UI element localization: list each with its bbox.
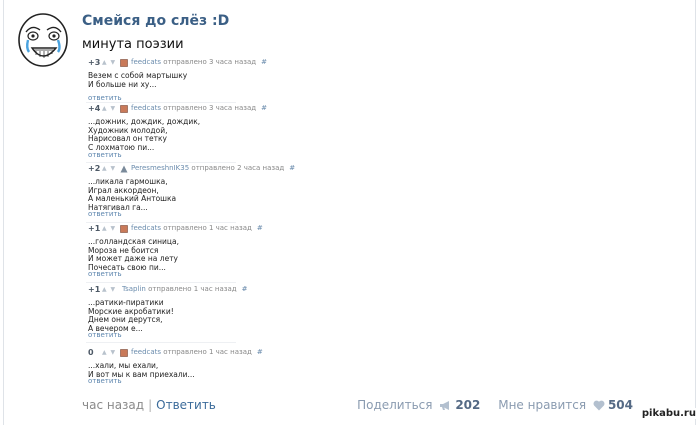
vote-arrows-icon[interactable]: ▲ ▼: [102, 165, 116, 172]
comment-time: отправлено 3 часа назад: [163, 58, 257, 66]
comment: +4 ▲ ▼ feedcats отправлено 3 часа назад #…: [86, 104, 446, 159]
vote-arrows-icon[interactable]: ▲ ▼: [102, 225, 116, 232]
comment-user[interactable]: Tsaplin: [122, 285, 146, 293]
divider: [86, 162, 236, 163]
comment-time: отправлено 3 часа назад: [163, 104, 257, 112]
user-badge-icon: [120, 105, 128, 113]
comment-header: 0 ▲ ▼ feedcats отправлено 1 час назад #: [86, 348, 446, 360]
like-label: Мне нравится: [498, 398, 587, 412]
divider: [86, 222, 236, 223]
comment: +3 ▲ ▼ feedcats отправлено 3 часа назад #…: [86, 58, 446, 102]
comment-header: +2 ▲ ▼ PeresmeshnIK35 отправлено 2 часа …: [86, 164, 446, 176]
comment-score: +1: [88, 285, 101, 294]
comment-score: +2: [88, 164, 101, 173]
user-badge-icon: [120, 349, 128, 357]
comment: +2 ▲ ▼ PeresmeshnIK35 отправлено 2 часа …: [86, 164, 446, 218]
post-stats: Поделиться 202 Мне нравится 504: [357, 398, 633, 412]
comment-permalink[interactable]: #: [257, 348, 263, 356]
comment-score: +4: [88, 104, 101, 113]
comment-body: ...дожник, дождик, дождик, Художник моло…: [88, 117, 201, 152]
comment-score: 0: [88, 348, 94, 357]
comment-reply-link[interactable]: ответить: [88, 151, 122, 159]
comment-reply-link[interactable]: ответить: [88, 270, 122, 278]
comment-header: +4 ▲ ▼ feedcats отправлено 3 часа назад #: [86, 104, 446, 116]
user-badge-icon: [120, 225, 128, 233]
comment-user[interactable]: feedcats: [131, 104, 161, 112]
megaphone-icon: [440, 401, 450, 410]
heart-icon: [593, 400, 605, 411]
post-title[interactable]: Смейся до слёз :D: [82, 13, 229, 29]
comment-reply-link[interactable]: ответить: [88, 377, 122, 385]
post-card: Смейся до слёз :D минута поэзии +3 ▲ ▼ f…: [3, 0, 696, 425]
comment-body: ...ратики-пиратики Морские акробатики! Д…: [88, 298, 174, 333]
comment-time: отправлено 1 час назад: [163, 224, 252, 232]
site-watermark: pikabu.ru: [639, 408, 698, 419]
comment-user[interactable]: feedcats: [131, 224, 161, 232]
comment-permalink[interactable]: #: [257, 224, 263, 232]
divider: [86, 282, 236, 283]
vote-arrows-icon[interactable]: ▲ ▼: [102, 349, 116, 356]
share-label: Поделиться: [357, 398, 433, 412]
like-button[interactable]: Мне нравится 504: [498, 398, 633, 412]
comment-header: +1 ▲ ▼ feedcats отправлено 1 час назад #: [86, 224, 446, 236]
comment-reply-link[interactable]: ответить: [88, 94, 122, 102]
user-badge-icon: [120, 165, 128, 173]
comment-body: ...голландская синица, Мороза не боится …: [88, 237, 179, 272]
comment-header: +3 ▲ ▼ feedcats отправлено 3 часа назад #: [86, 58, 446, 70]
comment-score: +3: [88, 58, 101, 67]
user-badge-icon: [120, 59, 128, 67]
post-text: минута поэзии: [82, 37, 184, 52]
comment-time: отправлено 1 час назад: [163, 348, 252, 356]
comment-permalink[interactable]: #: [261, 104, 267, 112]
share-button[interactable]: Поделиться 202: [357, 398, 484, 412]
comment: +1 ▲ ▼ Tsaplin отправлено 1 час назад # .…: [86, 285, 446, 339]
comment-reply-link[interactable]: ответить: [88, 210, 122, 218]
comment-permalink[interactable]: #: [242, 285, 248, 293]
post-footer: час назад | Ответить: [82, 398, 216, 412]
vote-arrows-icon[interactable]: ▲ ▼: [102, 286, 116, 293]
comment-user[interactable]: PeresmeshnIK35: [131, 164, 189, 172]
like-count: 504: [607, 398, 633, 412]
comment-time: отправлено 2 часа назад: [191, 164, 285, 172]
comment-score: +1: [88, 224, 101, 233]
reply-button[interactable]: Ответить: [156, 398, 216, 412]
vote-arrows-icon[interactable]: ▲ ▼: [102, 59, 116, 66]
divider: [86, 342, 236, 343]
vote-arrows-icon[interactable]: ▲ ▼: [102, 105, 116, 112]
footer-separator: |: [148, 398, 153, 412]
comment-user[interactable]: feedcats: [131, 348, 161, 356]
post-time: час назад: [82, 398, 145, 412]
share-count: 202: [455, 398, 481, 412]
comment: 0 ▲ ▼ feedcats отправлено 1 час назад # .…: [86, 348, 446, 385]
comment-time: отправлено 1 час назад: [148, 285, 237, 293]
comment-header: +1 ▲ ▼ Tsaplin отправлено 1 час назад #: [86, 285, 446, 297]
comment: +1 ▲ ▼ feedcats отправлено 1 час назад # …: [86, 224, 446, 278]
comment-body: ...ликала гармошка, Играл аккордеон, А м…: [88, 177, 177, 212]
comment-reply-link[interactable]: ответить: [88, 331, 122, 339]
comment-user[interactable]: feedcats: [131, 58, 161, 66]
avatar-rage-face-icon[interactable]: [14, 10, 72, 68]
comment-permalink[interactable]: #: [261, 58, 267, 66]
comment-permalink[interactable]: #: [289, 164, 295, 172]
comment-body: Везем с собой мартышку И больше ни ху...: [88, 71, 188, 89]
divider: [86, 102, 236, 103]
